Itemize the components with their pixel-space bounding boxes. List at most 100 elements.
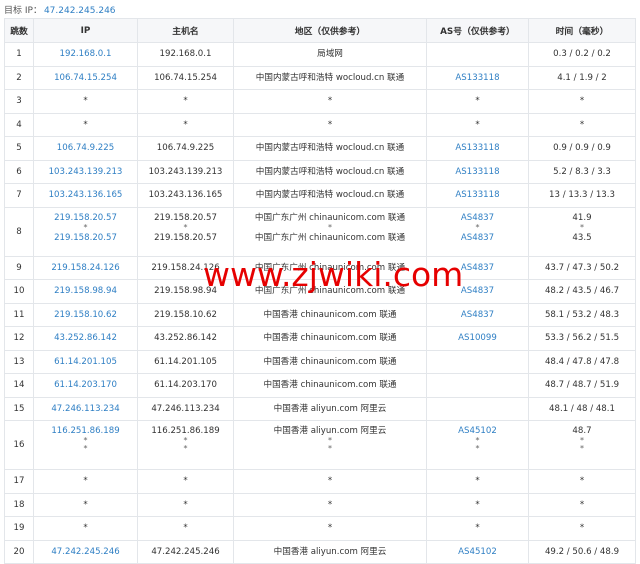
hop-number-cell: 11	[4, 302, 34, 327]
asn-value: *	[475, 119, 480, 130]
ip-link[interactable]: 103.243.139.213	[36, 166, 135, 178]
region-value: 中国香港 chinaunicom.com 联通	[263, 356, 397, 367]
hop-number-cell: 10	[4, 279, 34, 304]
asn-link[interactable]: AS133118	[429, 189, 526, 201]
asn-link[interactable]: AS4837	[429, 212, 526, 224]
hostname-cell: *	[137, 469, 234, 494]
region-cell: 中国香港 chinaunicom.com 联通	[233, 326, 427, 351]
hostname-cell: 116.251.86.189 * *	[137, 420, 234, 470]
ip-cell: 219.158.98.94	[33, 279, 138, 304]
time-cell: *	[528, 112, 636, 137]
time-cell: 41.9 * 43.5	[528, 206, 636, 257]
hostname-cell: 47.242.245.246	[137, 539, 234, 564]
hostname-cell: 103.243.139.213	[137, 159, 234, 184]
hostname-value: 219.158.20.57	[154, 232, 217, 243]
time-value: 49.2 / 50.6 / 48.9	[544, 546, 620, 557]
hostname-cell: 219.158.20.57 * 219.158.20.57	[137, 206, 234, 257]
hostname-value: 106.74.15.254	[154, 72, 217, 83]
asn-cell: AS133118	[426, 159, 529, 184]
ip-cell: *	[33, 516, 138, 541]
asn-link[interactable]: AS4837	[429, 232, 526, 244]
hop-number-cell: 8	[4, 206, 34, 257]
region-cell: 中国香港 chinaunicom.com 联通	[233, 373, 427, 398]
table-row: 13 61.14.201.105 61.14.201.105 中国香港 chinaun…	[4, 349, 636, 374]
region-value: 中国广东广州 chinaunicom.com 联通	[254, 262, 406, 273]
asn-link[interactable]: AS4837	[429, 285, 526, 297]
ip-value: *	[83, 119, 88, 130]
hostname-cell: 219.158.10.62	[137, 302, 234, 327]
region-value: 中国内蒙古呼和浩特 wocloud.cn 联通	[255, 143, 405, 154]
asn-link[interactable]: AS4837	[429, 262, 526, 274]
ip-cell: 116.251.86.189 * *	[33, 420, 138, 470]
asn-value	[429, 403, 526, 415]
hostname-value: 61.14.203.170	[154, 380, 217, 391]
ip-link[interactable]: 219.158.20.57	[36, 232, 135, 244]
ip-link[interactable]: 106.74.15.254	[36, 72, 135, 84]
ip-cell: *	[33, 89, 138, 114]
ip-link[interactable]: 192.168.0.1	[36, 48, 135, 60]
time-cell: *	[528, 89, 636, 114]
region-value: *	[327, 499, 333, 510]
ip-link[interactable]: 106.74.9.225	[36, 142, 135, 154]
table-row: 10 219.158.98.94 219.158.98.94 中国广东广州 china…	[4, 279, 636, 304]
region-cell: 中国广东广州 chinaunicom.com 联通	[233, 279, 427, 304]
table-row: 2 106.74.15.254 106.74.15.254 中国内蒙古呼和浩特 woc…	[4, 65, 636, 90]
hop-number-cell: 4	[4, 112, 34, 137]
region-cell: *	[233, 516, 427, 541]
ip-link[interactable]: 103.243.136.165	[36, 189, 135, 201]
ip-cell: 219.158.20.57 * 219.158.20.57	[33, 206, 138, 257]
asn-cell: *	[426, 89, 529, 114]
hostname-value: *	[183, 119, 188, 130]
asn-link[interactable]: AS133118	[429, 72, 526, 84]
column-header-hostname: 主机名	[137, 18, 234, 43]
hostname-cell: *	[137, 492, 234, 517]
asn-cell: *	[426, 112, 529, 137]
region-cell: *	[233, 492, 427, 517]
asn-link[interactable]: AS45102	[429, 546, 526, 558]
ip-link[interactable]: 47.242.245.246	[36, 546, 135, 558]
table-row: 8 219.158.20.57 * 219.158.20.57 219.158.20.5…	[4, 206, 636, 257]
hop-number-cell: 9	[4, 255, 34, 280]
asn-link[interactable]: AS133118	[429, 166, 526, 178]
hop-number-cell: 15	[4, 396, 34, 421]
time-value: 43.7 / 47.3 / 50.2	[544, 262, 620, 273]
region-cell: 中国广东广州 chinaunicom.com 联通	[233, 255, 427, 280]
ip-link[interactable]: 43.252.86.142	[36, 332, 135, 344]
asn-link[interactable]: AS4837	[429, 309, 526, 321]
ip-cell: 103.243.136.165	[33, 183, 138, 208]
asn-value: *	[475, 222, 480, 232]
ip-link[interactable]: 219.158.20.57	[36, 212, 135, 224]
ip-link[interactable]: 61.14.203.170	[36, 379, 135, 391]
ip-link[interactable]: 47.246.113.234	[36, 403, 135, 415]
hostname-value: 103.243.139.213	[148, 166, 223, 177]
table-row: 6 103.243.139.213 103.243.139.213 中国内蒙古呼和浩特…	[4, 159, 636, 184]
ip-link[interactable]: 219.158.98.94	[36, 285, 135, 297]
asn-link[interactable]: AS133118	[429, 142, 526, 154]
time-value: 48.1 / 48 / 48.1	[549, 403, 615, 414]
asn-cell	[426, 42, 529, 67]
region-value: 局域网	[317, 49, 343, 60]
hostname-value: 103.243.136.165	[148, 190, 223, 201]
ip-link[interactable]: 219.158.10.62	[36, 309, 135, 321]
hostname-value: 47.246.113.234	[151, 403, 220, 414]
table-header-row: 跳数 IP 主机名 地区（仅供参考） AS号（仅供参考） 时间（毫秒）	[4, 18, 636, 43]
target-ip-value[interactable]: 47.242.245.246	[44, 6, 116, 16]
hostname-cell: *	[137, 516, 234, 541]
asn-cell	[426, 373, 529, 398]
hostname-value: 219.158.24.126	[151, 262, 220, 273]
ip-link[interactable]: 61.14.201.105	[36, 356, 135, 368]
region-value: *	[327, 476, 333, 487]
hostname-value: 192.168.0.1	[159, 49, 212, 60]
hop-number-cell: 7	[4, 183, 34, 208]
time-value: 58.1 / 53.2 / 48.3	[544, 309, 620, 320]
time-value: *	[580, 444, 584, 453]
asn-link[interactable]: AS10099	[429, 332, 526, 344]
hostname-cell: 219.158.98.94	[137, 279, 234, 304]
hop-number-cell: 19	[4, 516, 34, 541]
hostname-value: 219.158.10.62	[154, 309, 217, 320]
time-value: *	[579, 499, 585, 510]
ip-link[interactable]: 219.158.24.126	[36, 262, 135, 274]
hostname-cell: 219.158.24.126	[137, 255, 234, 280]
region-value: 中国内蒙古呼和浩特 wocloud.cn 联通	[255, 190, 405, 201]
region-cell: 中国内蒙古呼和浩特 wocloud.cn 联通	[233, 183, 427, 208]
